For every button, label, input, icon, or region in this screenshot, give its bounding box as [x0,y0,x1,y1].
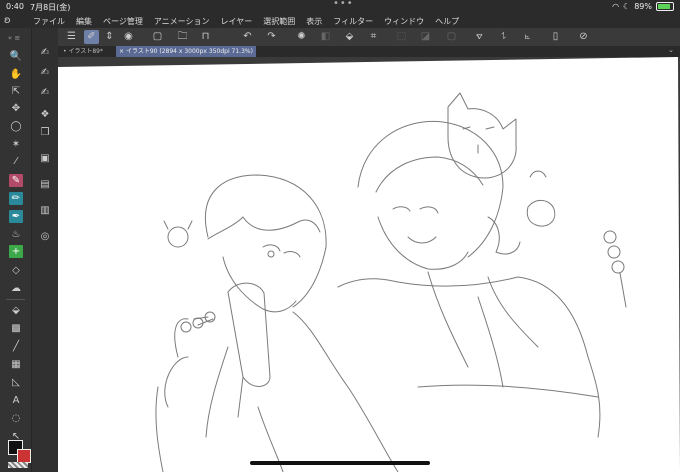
decoration-icon[interactable]: + [9,245,23,258]
command-bar: ☰ ✐ ⇕ ◉ ▢ 🗀 ⊓ ↶ ↷ ✺ ◧ ⬙ ⌗ ⬚ ◪ ▢ ⦡ ⥍ ⦜ ▯ … [58,28,680,46]
battery-icon [656,2,674,11]
transform-icon[interactable]: ⌗ [366,30,381,44]
canvas-drawing[interactable] [58,57,680,472]
stepper-icon[interactable]: ⇕ [102,30,117,44]
menu-icon[interactable]: ☰ [64,30,79,44]
pen-mode-icon[interactable]: ✐ [84,30,99,44]
tool-palette: « ≡ 🔍 ✋ ⇱ ✥ ◯ ✶ ⁄ ✎ ✏ ✒ ♨ + ◇ ☁ ⬙ ▩ ╱ ▦ … [0,28,31,472]
snap-special-ruler-icon[interactable]: ⥍ [496,30,511,44]
fill-icon[interactable]: ⬙ [9,304,23,317]
invert-icon[interactable]: ◪ [418,30,433,44]
eyedropper-icon[interactable]: ⁄ [9,155,23,168]
canvas-area[interactable] [58,57,680,472]
lasso-icon[interactable]: ◯ [9,120,23,133]
brush-size-icon[interactable]: ✍ [38,86,52,99]
snap-grid-icon[interactable]: ⦜ [520,30,535,44]
save-icon[interactable]: ⊓ [198,30,213,44]
clear-icon[interactable]: ✺ [294,30,309,44]
subtool-icon[interactable]: ✍ [38,46,52,59]
gradient-icon[interactable]: ▩ [9,322,23,335]
material-icon[interactable]: ▤ [38,178,52,191]
menu-help[interactable]: ヘルプ [435,16,459,27]
menu-file[interactable]: ファイル [33,16,65,27]
layer-property-icon[interactable]: ❖ [38,108,52,121]
multitasking-dots-icon[interactable]: ••• [333,0,354,9]
redo-icon[interactable]: ↷ [264,30,279,44]
figure-icon[interactable]: ╱ [9,340,23,353]
menu-filter[interactable]: フィルター [333,16,373,27]
wifi-icon: ◠ [612,2,620,11]
balloon-icon[interactable]: ◌ [9,412,23,425]
brush-icon[interactable]: ✒ [9,210,23,223]
palette-header-icon: « ≡ [7,34,21,42]
menu-window[interactable]: ウィンドウ [384,16,424,27]
color-wheel-icon[interactable]: ▣ [38,152,52,165]
moon-icon: ☾ [623,2,631,11]
hand-icon[interactable]: ✋ [9,68,23,81]
text-icon[interactable]: A [9,394,23,407]
pen-icon[interactable]: ✎ [9,174,23,187]
companion-icon[interactable]: ⊘ [576,30,591,44]
menu-items: ファイル 編集 ページ管理 アニメーション レイヤー 選択範囲 表示 フィルター… [33,16,459,27]
settings-icon[interactable]: ▯ [548,30,563,44]
snap-ruler-icon[interactable]: ⦡ [472,30,487,44]
magic-wand-icon[interactable]: ✶ [9,138,23,151]
menu-selection[interactable]: 選択範囲 [263,16,295,27]
clip-studio-logo-icon[interactable]: ʚ [4,15,11,26]
move-icon[interactable]: ✥ [9,102,23,115]
menu-edit[interactable]: 編集 [76,16,92,27]
menu-view[interactable]: 表示 [306,16,322,27]
home-indicator[interactable] [250,461,430,465]
deselect-icon[interactable]: ⬚ [394,30,409,44]
status-date: 7月8日(金) [30,3,71,12]
chevron-down-icon[interactable]: ⌄ [668,46,674,54]
menu-animation[interactable]: アニメーション [154,16,210,27]
menu-page[interactable]: ページ管理 [103,16,143,27]
pencil-icon[interactable]: ✏ [9,192,23,205]
undo-icon[interactable]: ↶ [240,30,255,44]
frame-border-icon[interactable]: ▦ [9,358,23,371]
tab-illust89[interactable]: • イラスト89* [60,46,106,57]
eraser-icon[interactable]: ◇ [9,264,23,277]
divider [6,299,25,300]
transparent-color-swatch[interactable] [8,462,28,468]
document-tabs: • イラスト89* × イラスト90 (2894 x 3000px 350dpi… [58,46,680,57]
tab-dot-icon: • [63,48,67,55]
menu-bar: ʚ ファイル 編集 ページ管理 アニメーション レイヤー 選択範囲 表示 フィル… [0,14,680,28]
menu-layer[interactable]: レイヤー [221,16,253,27]
show-selection-icon[interactable]: ▢ [444,30,459,44]
tab-label: イラスト89* [68,48,103,55]
tab-label: イラスト90 (2894 x 3000px 350dpi 71.3%) [125,48,253,55]
search-icon[interactable]: ◎ [38,230,52,243]
tool-property-icon[interactable]: ✍ [38,66,52,79]
ruler-icon[interactable]: ◺ [9,376,23,389]
status-right: ◠ ☾ 89% [612,2,674,11]
battery-percent: 89% [634,2,652,11]
fill-selection-icon[interactable]: ⬙ [342,30,357,44]
paper [58,57,680,472]
status-bar: 0:40 7月8日(金) ••• ◠ ☾ 89% [0,0,680,14]
sub-color-swatch[interactable] [17,449,31,463]
airbrush-icon[interactable]: ♨ [9,228,23,241]
tab-illust90[interactable]: × イラスト90 (2894 x 3000px 350dpi 71.3%) [116,46,256,57]
blend-icon[interactable]: ☁ [9,282,23,295]
zoom-icon[interactable]: 🔍 [9,50,23,63]
palette-bar: ✍ ✍ ✍ ❖ ❒ ▣ ▤ ▥ ◎ [31,28,59,472]
navigator-icon[interactable]: ▥ [38,204,52,217]
open-icon[interactable]: 🗀 [175,30,190,44]
clip-studio-icon[interactable]: ◉ [121,30,136,44]
status-time: 0:40 [6,2,24,11]
layer-icon[interactable]: ❒ [38,126,52,139]
clear-outside-icon[interactable]: ◧ [318,30,333,44]
close-icon[interactable]: × [119,48,124,55]
operation-icon[interactable]: ⇱ [9,85,23,98]
new-canvas-icon[interactable]: ▢ [150,30,165,44]
